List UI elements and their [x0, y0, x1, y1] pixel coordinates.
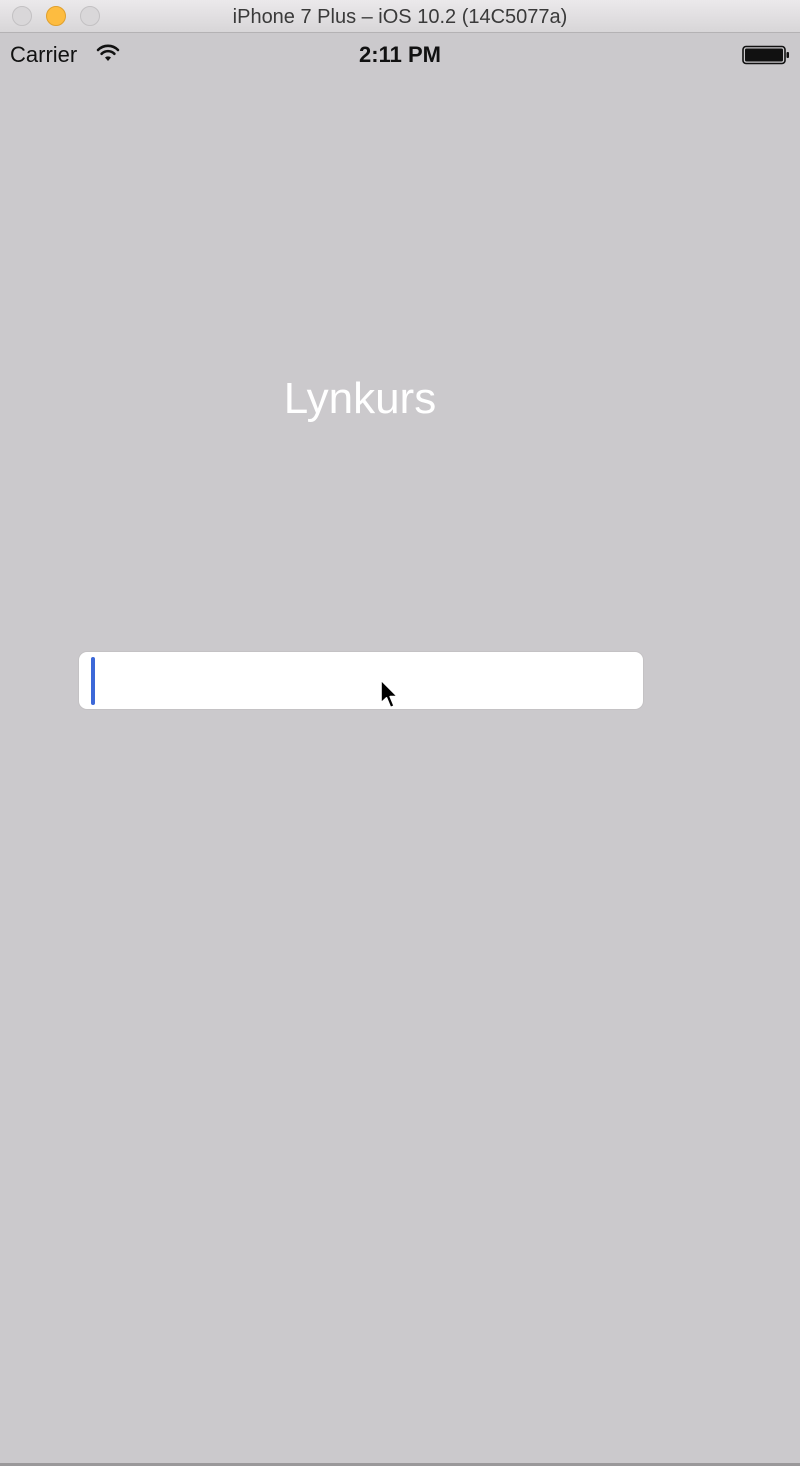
status-time: 2:11 PM: [359, 42, 441, 67]
window-titlebar: iPhone 7 Plus – iOS 10.2 (14C5077a): [0, 0, 800, 33]
mouse-pointer-icon: [380, 679, 399, 709]
text-caret: [91, 657, 95, 705]
text-input-container[interactable]: [78, 651, 644, 710]
text-input[interactable]: [79, 652, 643, 709]
app-title: Lynkurs: [283, 374, 437, 424]
simulator-window: iPhone 7 Plus – iOS 10.2 (14C5077a) Carr…: [0, 0, 800, 1466]
window-title: iPhone 7 Plus – iOS 10.2 (14C5077a): [232, 6, 568, 28]
battery-icon: [742, 45, 789, 65]
status-bar: Carrier 2:11 PM: [0, 33, 800, 77]
